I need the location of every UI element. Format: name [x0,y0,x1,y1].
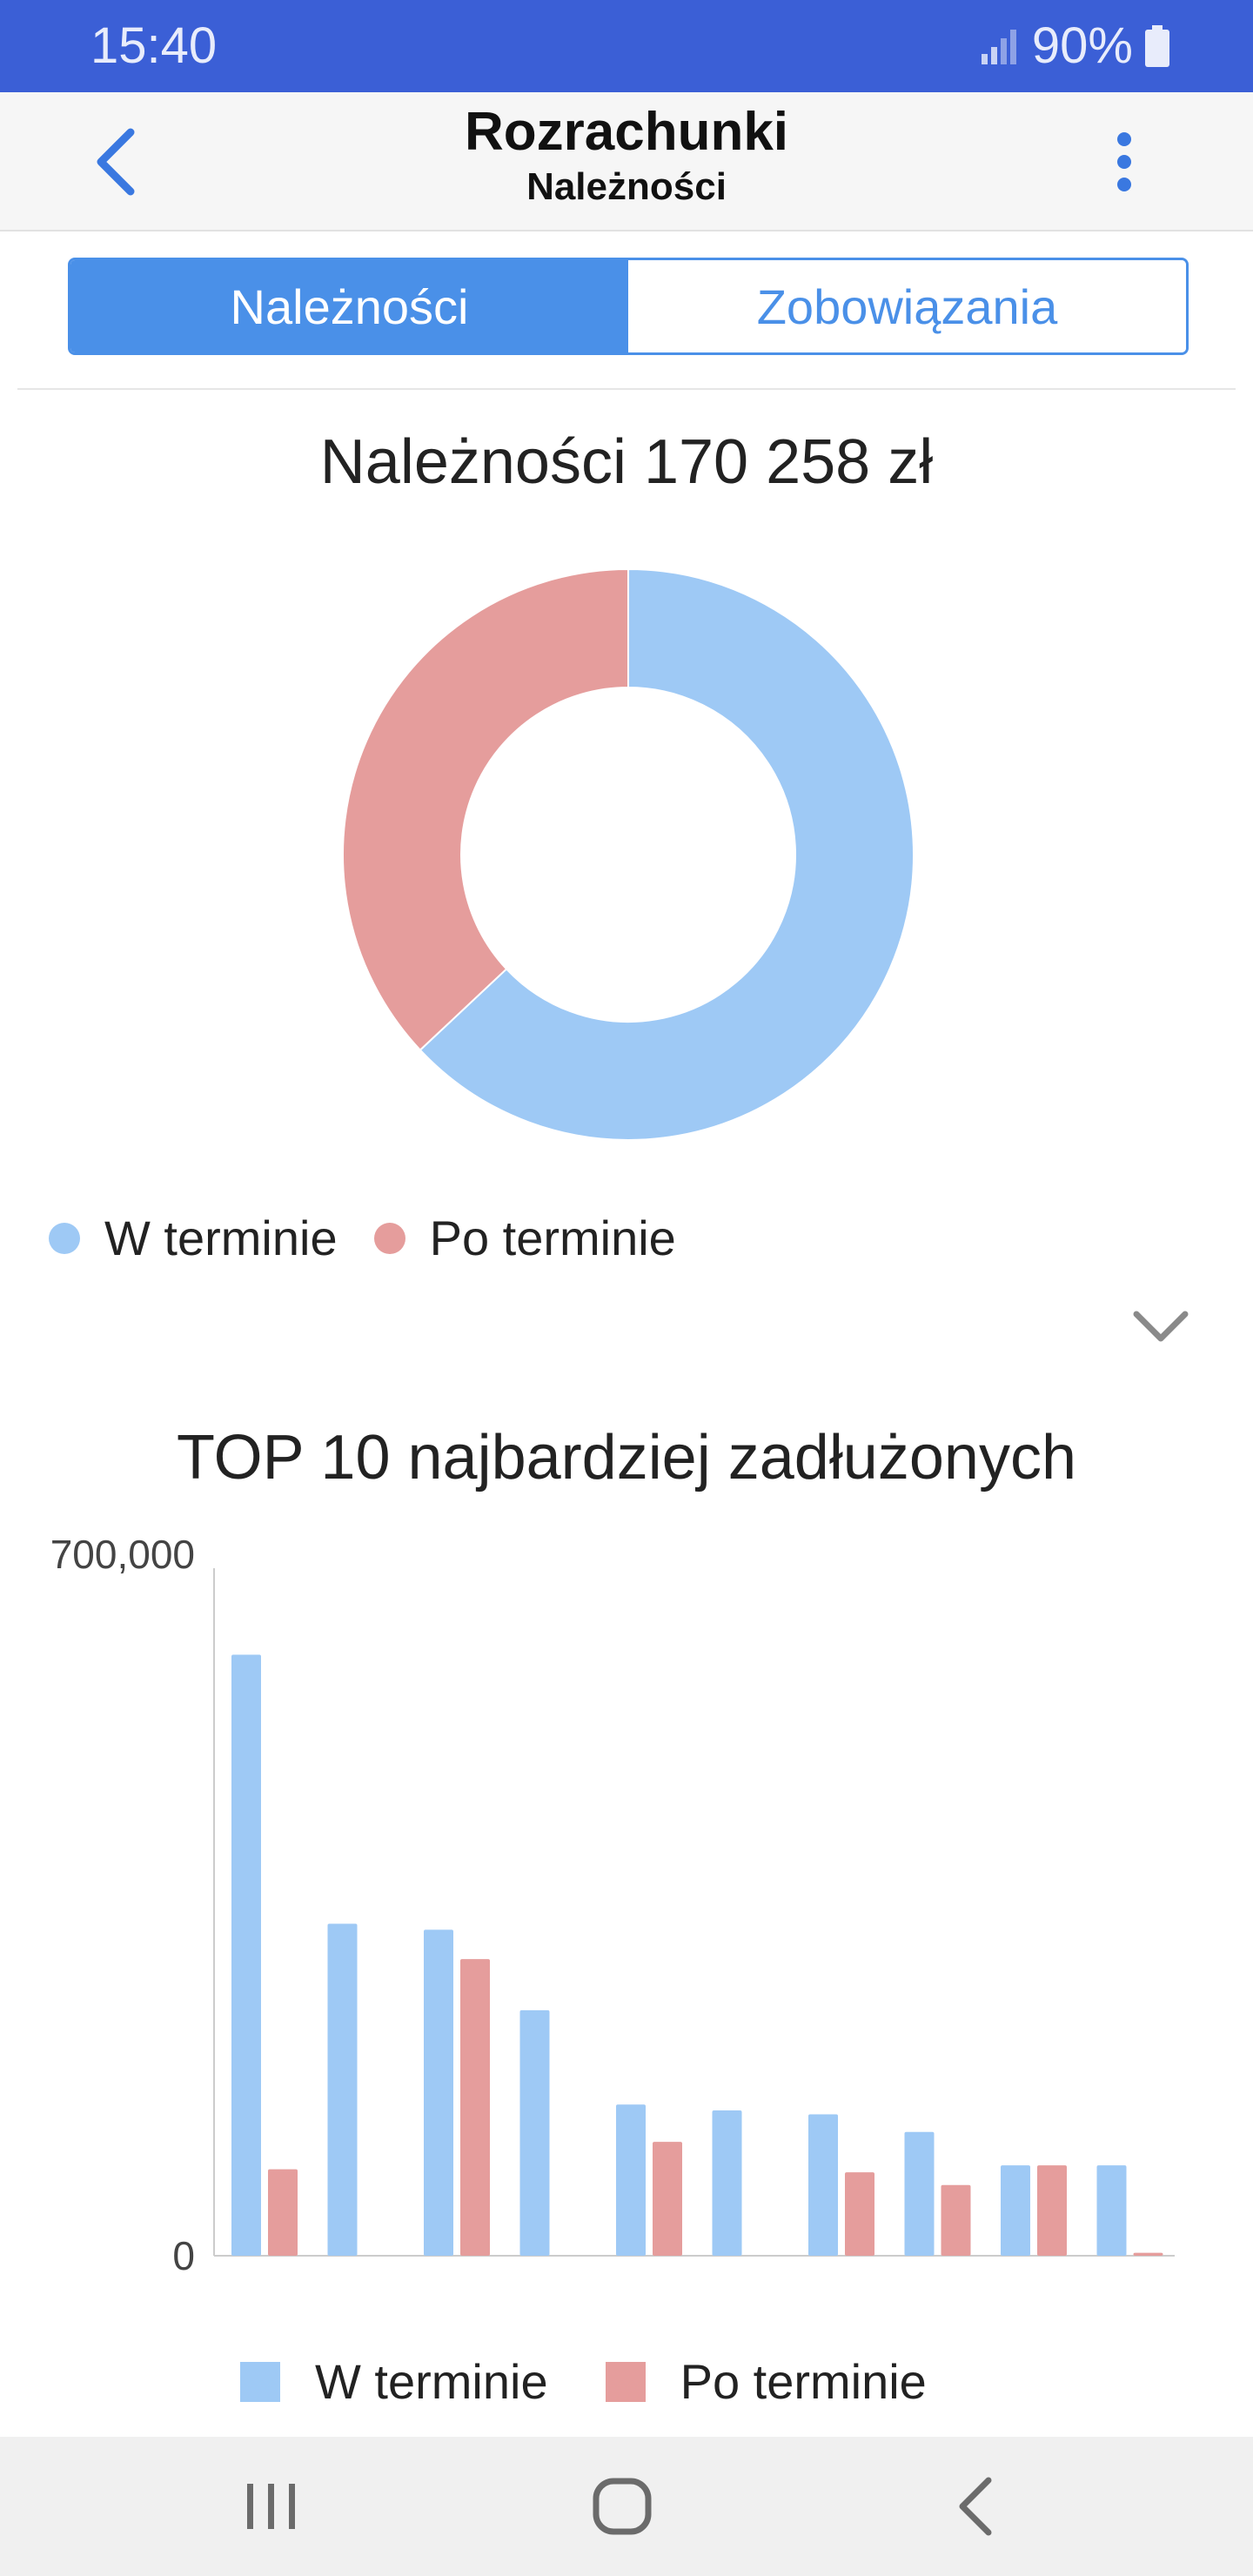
bar-overdue-3[interactable] [460,1959,490,2256]
page-title: Rozrachunki [464,102,789,162]
bar-overdue-1[interactable] [268,2169,298,2256]
donut-legend: W terminie Po terminie [49,1210,713,1266]
bar-overdue-9[interactable] [1037,2165,1067,2256]
bar-legend-label-in-term: W terminie [315,2354,548,2409]
legend-label-overdue: Po terminie [429,1211,676,1265]
chevron-down-icon[interactable] [1131,1305,1190,1347]
bar-in-term-2[interactable] [327,1923,358,2256]
recents-icon[interactable] [244,2480,299,2532]
bar-overdue-10[interactable] [1133,2252,1163,2256]
battery-icon [1145,25,1169,67]
segmented-tabs: Należności Zobowiązania [68,258,1189,355]
bar-legend: W terminie Po terminie [240,2353,984,2410]
bar-legend-swatch-in-term [240,2361,280,2402]
home-icon[interactable] [592,2477,653,2536]
bar-legend-item-overdue[interactable]: Po terminie [605,2353,927,2410]
nav-back-icon[interactable] [954,2475,995,2538]
status-indicators: 90% [980,19,1169,73]
system-nav-bar [0,2437,1253,2576]
legend-dot-overdue [373,1222,405,1254]
bar-legend-item-in-term[interactable]: W terminie [240,2353,548,2410]
bar-in-term-8[interactable] [904,2131,935,2256]
donut-chart [342,567,915,1141]
bar-in-term-10[interactable] [1096,2165,1127,2256]
tab-zobowiazania[interactable]: Zobowiązania [628,260,1186,352]
y-tick-min: 0 [172,2233,195,2278]
battery-percent: 90% [1031,17,1133,74]
legend-dot-in-term [49,1222,80,1254]
bar-in-term-7[interactable] [808,2114,838,2256]
bar-in-term-4[interactable] [519,2009,550,2256]
bar-in-term-5[interactable] [616,2104,646,2256]
donut-slice-overdue[interactable] [342,567,629,1051]
divider [17,388,1236,390]
y-tick-max: 700,000 [50,1532,195,1577]
tab-naleznosci[interactable]: Należności [70,260,628,352]
bar-legend-swatch-overdue [605,2361,646,2402]
bar-chart-title: TOP 10 najbardziej zadłużonych [177,1423,1076,1493]
bar-in-term-6[interactable] [712,2110,742,2256]
bar-overdue-7[interactable] [845,2172,874,2256]
bar-in-term-1[interactable] [231,1654,261,2256]
bar-legend-label-overdue: Po terminie [680,2354,927,2409]
legend-label-in-term: W terminie [104,1211,338,1265]
bar-in-term-9[interactable] [1001,2165,1030,2256]
app-header: Rozrachunki Należności [0,92,1253,231]
page-subtitle: Należności [526,165,727,208]
legend-item-in-term[interactable]: W terminie [49,1210,338,1266]
bar-overdue-5[interactable] [653,2142,682,2256]
legend-item-overdue[interactable]: Po terminie [373,1210,676,1266]
bar-overdue-8[interactable] [941,2184,971,2256]
signal-icon [981,30,1016,64]
more-vertical-icon[interactable] [1105,127,1143,197]
bar-in-term-3[interactable] [424,1929,453,2256]
status-bar: 15:40 90% [0,0,1253,92]
status-time: 15:40 [90,17,218,74]
bar-chart: 700,000 0 [50,1532,1175,2278]
donut-chart-title: Należności 170 258 zł [319,427,934,497]
